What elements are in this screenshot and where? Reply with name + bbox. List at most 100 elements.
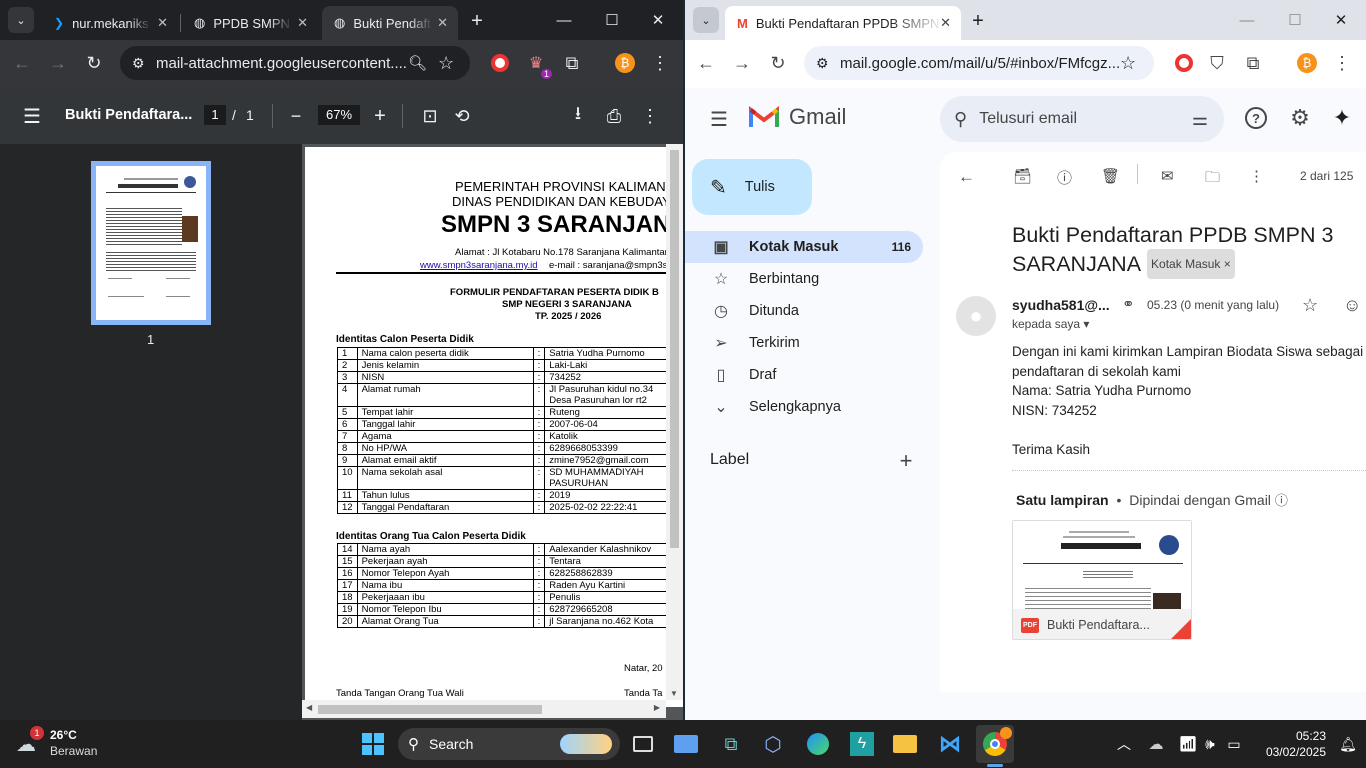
- zoom-in-icon[interactable]: +: [368, 104, 392, 128]
- hamburger-menu-icon[interactable]: ☰: [20, 104, 44, 128]
- system-clock[interactable]: 05:23 03/02/2025: [1256, 728, 1326, 760]
- add-label-icon[interactable]: +: [894, 448, 918, 473]
- extension-record-icon[interactable]: [1172, 51, 1196, 75]
- task-view-icon[interactable]: [627, 728, 659, 760]
- nav-starred[interactable]: ☆ Berbintang: [685, 263, 925, 295]
- page-number-input[interactable]: 1: [204, 105, 226, 125]
- extension-shield-icon[interactable]: ⛉: [1205, 51, 1229, 75]
- gemini-icon[interactable]: ✦: [1330, 105, 1354, 130]
- back-icon[interactable]: ←: [694, 51, 718, 75]
- bookmark-star-icon[interactable]: ☆: [438, 53, 454, 74]
- sender-avatar[interactable]: ●: [956, 296, 996, 336]
- extension-record-icon[interactable]: [488, 51, 512, 75]
- address-bar[interactable]: ⚙ mail-attachment.googleusercontent.... …: [120, 46, 470, 80]
- brave-wallet-icon[interactable]: ₿: [1295, 51, 1319, 75]
- settings-gear-icon[interactable]: ⚙: [1288, 105, 1312, 130]
- compose-button[interactable]: ✎ Tulis: [692, 159, 812, 215]
- app-monitor-icon[interactable]: [670, 728, 702, 760]
- search-box[interactable]: ⚲ Telusuri email ⚌: [940, 96, 1224, 142]
- nav-more[interactable]: ⌄ Selengkapnya: [685, 391, 925, 423]
- fit-page-icon[interactable]: ⊡: [418, 104, 442, 128]
- archive-icon[interactable]: 🗃︎: [1013, 167, 1032, 185]
- search-icon[interactable]: 🔍︎: [408, 54, 427, 72]
- zoom-level-input[interactable]: 67%: [318, 105, 360, 125]
- close-icon[interactable]: ✕: [437, 15, 448, 31]
- extensions-puzzle-icon[interactable]: ⧉: [560, 51, 584, 75]
- close-window-button[interactable]: ✕: [1321, 6, 1361, 34]
- tab-ppdb-smpn[interactable]: ◍ PPDB SMPN ✕: [182, 6, 318, 40]
- help-icon[interactable]: ?: [1244, 106, 1268, 130]
- notifications-bell-icon[interactable]: 🔔︎: [1332, 728, 1364, 760]
- recipient-line[interactable]: kepada saya ▾: [1012, 317, 1089, 331]
- info-icon[interactable]: ⓘ: [1275, 493, 1288, 508]
- back-to-inbox-icon[interactable]: ←: [958, 167, 975, 187]
- new-tab-button[interactable]: +: [965, 8, 991, 34]
- page-thumbnail[interactable]: [91, 161, 211, 325]
- mark-unread-icon[interactable]: ✉: [1161, 167, 1174, 185]
- horizontal-scrollbar[interactable]: ◀ ▶: [302, 700, 666, 718]
- tray-app-icon[interactable]: ☁: [1140, 728, 1172, 760]
- close-icon[interactable]: ✕: [297, 15, 308, 31]
- bookmark-star-icon[interactable]: ☆: [1120, 53, 1136, 74]
- maximize-button[interactable]: ☐: [592, 6, 632, 34]
- new-tab-button[interactable]: +: [464, 8, 490, 34]
- minimize-button[interactable]: —: [1227, 6, 1267, 34]
- attachment-card[interactable]: PDF Bukti Pendaftara...: [1012, 520, 1192, 640]
- tab-search-button[interactable]: ⌄: [8, 7, 34, 33]
- star-icon[interactable]: ☆: [1302, 295, 1318, 316]
- vertical-scrollbar[interactable]: ▼: [666, 144, 683, 700]
- tab-gmail[interactable]: M Bukti Pendaftaran PPDB SMPN ✕: [725, 6, 961, 40]
- taskbar-search[interactable]: ⚲ Search: [398, 728, 620, 760]
- tab-nur-mekaniks[interactable]: ❯ nur.mekaniks ✕: [42, 6, 178, 40]
- maximize-button[interactable]: ☐: [1275, 6, 1315, 34]
- menu-kebab-icon[interactable]: ⋮: [1330, 51, 1354, 75]
- report-spam-icon[interactable]: ⓘ: [1057, 167, 1072, 188]
- weather-widget[interactable]: ☁ 1 26°C Berawan: [16, 726, 126, 762]
- doc-website-link[interactable]: www.smpn3saranjana.my.id: [420, 260, 538, 271]
- extension-badge-icon[interactable]: ♛ 1: [524, 51, 552, 79]
- app-chrome-icon[interactable]: [976, 725, 1014, 763]
- emoji-react-icon[interactable]: ☺: [1343, 295, 1361, 316]
- nav-sent[interactable]: ➢ Terkirim: [685, 327, 925, 359]
- search-input[interactable]: Telusuri email: [979, 110, 1077, 128]
- main-menu-icon[interactable]: ☰: [707, 107, 731, 131]
- tab-bukti-pendaftaran[interactable]: ◍ Bukti Pendaft ✕: [322, 6, 458, 40]
- inbox-label-chip[interactable]: Kotak Masuk ×: [1147, 249, 1235, 279]
- reload-icon[interactable]: ↻: [82, 51, 106, 75]
- battery-icon[interactable]: ▭: [1218, 728, 1250, 760]
- gmail-logo[interactable]: Gmail: [749, 104, 846, 130]
- move-to-icon[interactable]: 🗀: [1205, 167, 1220, 192]
- app-snipping-icon[interactable]: ⧉: [715, 728, 747, 760]
- close-window-button[interactable]: ✕: [638, 6, 678, 34]
- app-edge-icon[interactable]: [802, 728, 834, 760]
- back-icon[interactable]: ←: [10, 51, 34, 75]
- minimize-button[interactable]: —: [544, 6, 584, 34]
- more-actions-icon[interactable]: ⋮: [638, 104, 662, 128]
- extensions-puzzle-icon[interactable]: ⧉: [1241, 51, 1265, 75]
- nav-inbox[interactable]: ▣ Kotak Masuk 116: [685, 231, 923, 263]
- app-virtualbox-icon[interactable]: ⬡: [757, 728, 789, 760]
- app-bolt-icon[interactable]: ϟ: [846, 728, 878, 760]
- close-icon[interactable]: ✕: [157, 15, 168, 31]
- search-icon[interactable]: ⚲: [954, 109, 967, 130]
- download-icon[interactable]: ⭳: [566, 103, 590, 128]
- sender-name[interactable]: syudha581@...: [1012, 297, 1110, 313]
- search-options-icon[interactable]: ⚌: [1192, 109, 1208, 130]
- menu-kebab-icon[interactable]: ⋮: [648, 51, 672, 75]
- forward-icon[interactable]: →: [46, 51, 70, 75]
- start-windows-icon[interactable]: [357, 728, 389, 760]
- more-vert-icon[interactable]: ⋮: [1249, 167, 1264, 185]
- show-hidden-icons-chevron-icon[interactable]: ︿: [1108, 728, 1140, 760]
- app-file-explorer-icon[interactable]: [889, 728, 921, 760]
- address-bar[interactable]: ⚙ mail.google.com/mail/u/5/#inbox/FMfcgz…: [804, 46, 1154, 80]
- close-icon[interactable]: ✕: [940, 15, 951, 31]
- print-icon[interactable]: ⎙: [602, 104, 626, 128]
- tab-search-button[interactable]: ⌄: [693, 7, 719, 33]
- forward-icon[interactable]: →: [730, 51, 754, 75]
- nav-snoozed[interactable]: ◷ Ditunda: [685, 295, 925, 327]
- delete-icon[interactable]: 🗑︎: [1101, 167, 1120, 185]
- reload-icon[interactable]: ↻: [766, 51, 790, 75]
- zoom-out-icon[interactable]: −: [284, 104, 308, 128]
- nav-drafts[interactable]: ▯ Draf: [685, 359, 925, 391]
- brave-wallet-icon[interactable]: ₿: [613, 51, 637, 75]
